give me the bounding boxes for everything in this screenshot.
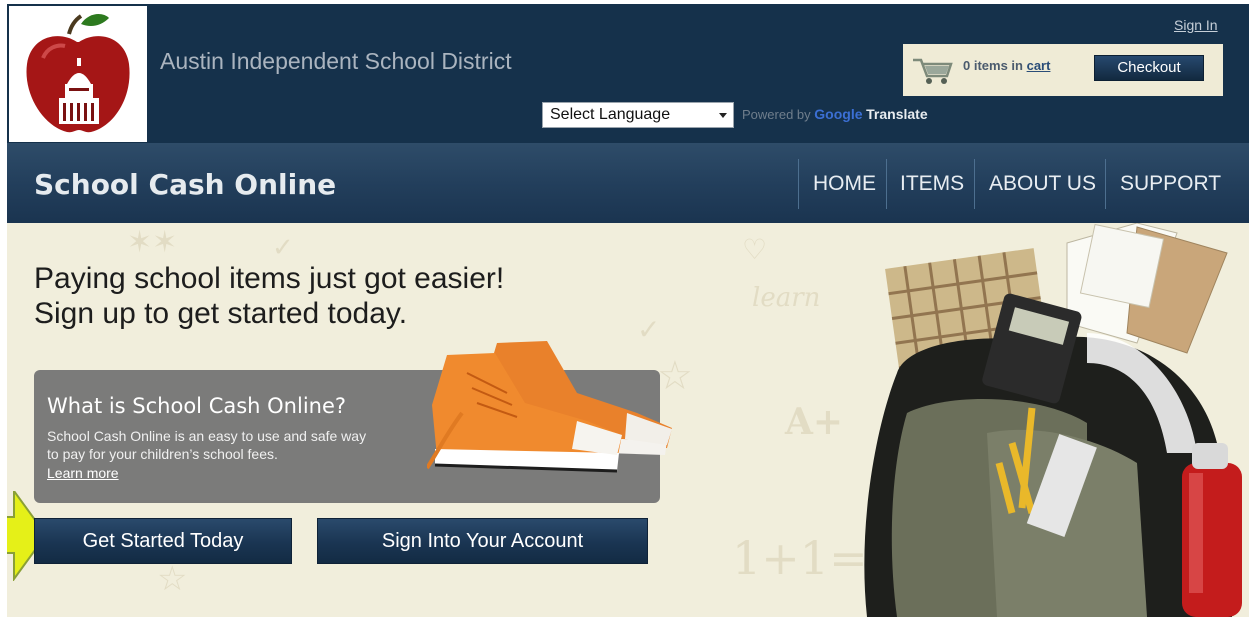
- site-brand[interactable]: School Cash Online: [34, 168, 336, 201]
- doodle-star: ☆: [157, 559, 188, 599]
- sign-into-account-button[interactable]: Sign Into Your Account: [317, 518, 648, 564]
- doodle-word: learn: [752, 283, 821, 313]
- sign-in-link[interactable]: Sign In: [1174, 17, 1218, 33]
- language-select[interactable]: Select Language: [542, 102, 734, 128]
- hero-subheadline: Sign up to get started today.: [34, 297, 408, 330]
- learn-more-link[interactable]: Learn more: [47, 465, 119, 481]
- backpack-image: [864, 223, 1242, 617]
- nav-item-support[interactable]: SUPPORT: [1120, 172, 1221, 196]
- get-started-button[interactable]: Get Started Today: [34, 518, 292, 564]
- nav-divider: [974, 159, 975, 209]
- doodle-heart: ♡: [742, 233, 768, 266]
- apple-logo-icon: [26, 14, 130, 133]
- doodle-check: ✓: [272, 233, 294, 263]
- google-text: Google: [814, 106, 863, 122]
- info-title: What is School Cash Online?: [47, 394, 347, 418]
- language-select-value: Select Language: [550, 106, 671, 123]
- hero-headline: Paying school items just got easier!: [34, 262, 505, 295]
- cart-panel: 0 items in cart Checkout: [903, 44, 1223, 96]
- hero-section: ✶✶ ✓ ♡ ✓ ☆ A+ 1+1=2 learn ☆ Paying schoo…: [7, 223, 1249, 617]
- google-translate-credit: Powered by Google Translate: [742, 106, 928, 122]
- info-body: to pay for your children’s school fees.: [47, 446, 278, 462]
- translate-text: Translate: [866, 106, 928, 122]
- cart-icon[interactable]: [911, 54, 955, 86]
- doodle-grade: A+: [785, 401, 844, 443]
- dropdown-arrow-icon: [719, 113, 727, 118]
- powered-by-text: Powered by: [742, 107, 811, 122]
- cart-count-text: 0 items in: [963, 58, 1023, 73]
- checkout-button[interactable]: Checkout: [1094, 55, 1204, 81]
- sneakers-image: [427, 341, 672, 473]
- nav-item-items[interactable]: ITEMS: [900, 172, 964, 196]
- nav-item-home[interactable]: HOME: [813, 172, 876, 196]
- nav-divider: [798, 159, 799, 209]
- info-body: School Cash Online is an easy to use and…: [47, 428, 367, 444]
- cart-link[interactable]: cart: [1027, 58, 1051, 73]
- page-frame: Austin Independent School District Sign …: [7, 4, 1249, 617]
- doodle-stars: ✶✶: [127, 225, 178, 260]
- main-nav: School Cash Online HOME ITEMS ABOUT US S…: [7, 143, 1249, 223]
- google-logo-text: Google: [814, 106, 862, 122]
- site-header: Austin Independent School District Sign …: [7, 4, 1249, 143]
- nav-divider: [886, 159, 887, 209]
- cart-count: 0 items in cart: [963, 58, 1050, 73]
- district-name: Austin Independent School District: [160, 48, 512, 74]
- nav-divider: [1105, 159, 1106, 209]
- district-logo[interactable]: [9, 6, 147, 142]
- nav-item-about-us[interactable]: ABOUT US: [989, 172, 1096, 196]
